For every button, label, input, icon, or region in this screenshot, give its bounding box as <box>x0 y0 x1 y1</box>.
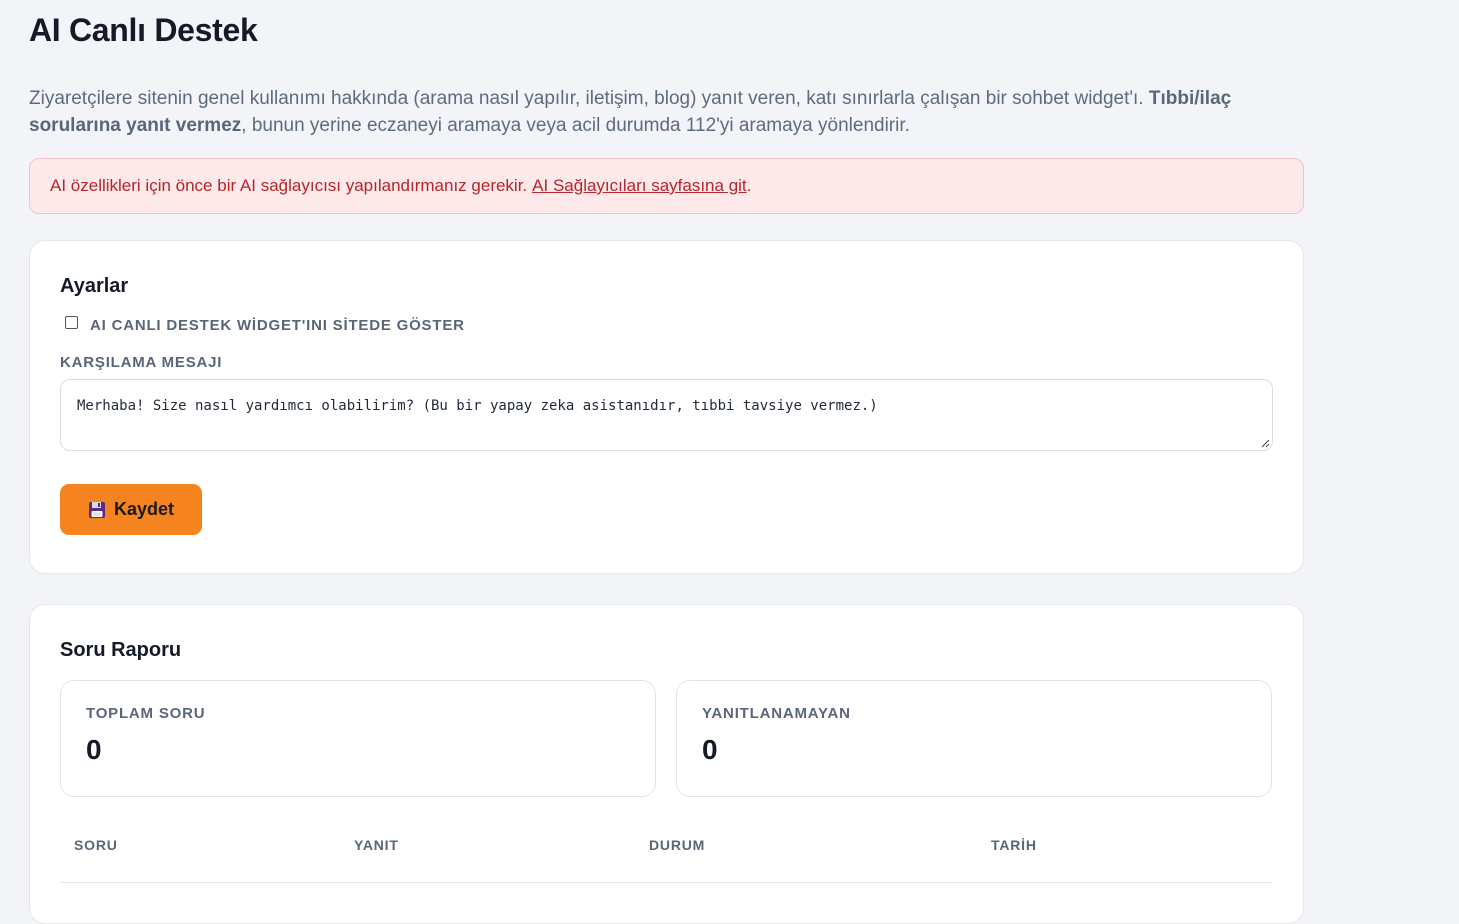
report-title: Soru Raporu <box>60 639 182 661</box>
questions-table-header: SORU YANIT DURUM TARİH <box>60 836 1273 883</box>
report-stats: TOPLAM SORU 0 YANITLANAMAYAN 0 <box>60 680 1273 797</box>
intro-tail: , bunun yerine eczaneyi aramaya veya aci… <box>241 115 910 136</box>
floppy-disk-icon <box>88 501 105 518</box>
stat-value: 0 <box>702 734 718 765</box>
resize-grip-icon[interactable] <box>1260 438 1270 448</box>
column-header-question[interactable]: SORU <box>74 836 118 854</box>
save-button-label: Kaydet <box>113 499 175 519</box>
alert-text: AI özellikleri için önce bir AI sağlayıc… <box>50 176 528 195</box>
welcome-message-textarea[interactable]: Merhaba! Size nasıl yardımcı olabilirim?… <box>60 379 1273 451</box>
column-header-date[interactable]: TARİH <box>991 836 1037 854</box>
stat-label: YANITLANAMAYAN <box>702 705 851 722</box>
page-intro: Ziyaretçilere sitenin genel kullanımı ha… <box>29 85 1299 139</box>
ai-providers-link[interactable]: AI Sağlayıcıları sayfasına git <box>532 176 747 196</box>
stat-total-questions: TOPLAM SORU 0 <box>60 680 656 797</box>
page-title: AI Canlı Destek <box>29 12 258 48</box>
show-widget-row: AI CANLI DESTEK WİDGET'INI SİTEDE GÖSTER <box>60 314 1273 336</box>
show-widget-checkbox[interactable] <box>65 315 78 329</box>
welcome-message-value: Merhaba! Size nasıl yardımcı olabilirim?… <box>77 398 878 414</box>
column-header-answer[interactable]: YANIT <box>354 836 399 854</box>
report-card: Soru Raporu TOPLAM SORU 0 YANITLANAMAYAN… <box>29 604 1304 924</box>
stat-unanswered: YANITLANAMAYAN 0 <box>676 680 1272 797</box>
settings-title: Ayarlar <box>60 275 129 297</box>
settings-card: Ayarlar AI CANLI DESTEK WİDGET'INI SİTED… <box>29 240 1304 574</box>
save-button[interactable]: Kaydet <box>60 484 202 535</box>
welcome-message-label: KARŞILAMA MESAJI <box>60 354 223 371</box>
alert-trailing: . <box>746 176 752 195</box>
page-container: AI Canlı Destek Ziyaretçilere sitenin ge… <box>29 0 1304 924</box>
stat-label: TOPLAM SORU <box>86 705 206 722</box>
provider-alert: AI özellikleri için önce bir AI sağlayıc… <box>29 158 1304 214</box>
show-widget-label: AI CANLI DESTEK WİDGET'INI SİTEDE GÖSTER <box>90 316 465 334</box>
stat-value: 0 <box>86 734 102 765</box>
column-header-status[interactable]: DURUM <box>649 836 705 854</box>
intro-text: Ziyaretçilere sitenin genel kullanımı ha… <box>29 88 1144 109</box>
